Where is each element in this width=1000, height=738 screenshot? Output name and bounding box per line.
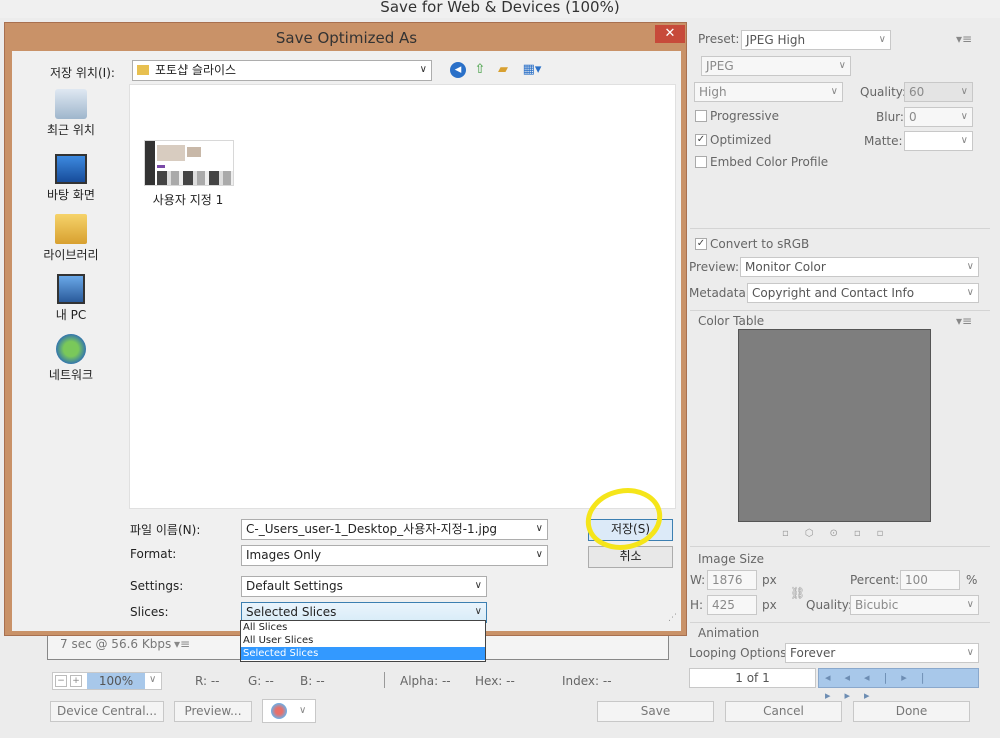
slices-option-user[interactable]: All User Slices: [241, 634, 485, 647]
annotation-layer: [353, 488, 663, 661]
slices-option-selected[interactable]: Selected Slices: [241, 647, 485, 660]
slices-dropdown-list: All Slices All User Slices Selected Slic…: [240, 620, 486, 662]
slices-option-all[interactable]: All Slices: [241, 621, 485, 634]
annotation-circle: [585, 488, 663, 550]
